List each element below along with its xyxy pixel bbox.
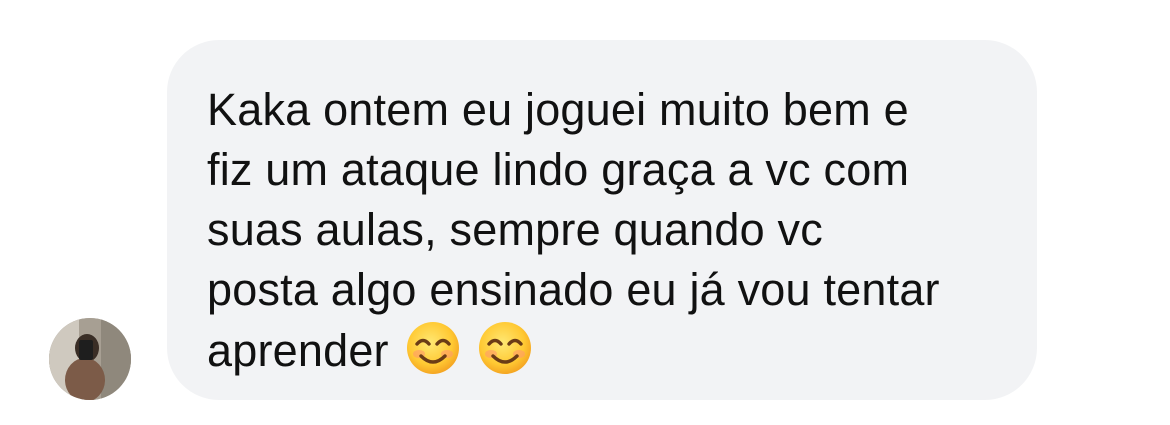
message-text: Kaka ontem eu joguei muito bem e fiz um … (207, 80, 1001, 381)
sender-avatar[interactable] (49, 318, 131, 400)
message-body: Kaka ontem eu joguei muito bem e fiz um … (207, 84, 940, 376)
emoji-group (405, 320, 533, 376)
avatar-photo-icon (49, 318, 131, 400)
smiling-face-emoji-icon (478, 322, 531, 374)
message-thread: Kaka ontem eu joguei muito bem e fiz um … (0, 0, 1170, 425)
message-bubble[interactable]: Kaka ontem eu joguei muito bem e fiz um … (167, 40, 1037, 400)
smiling-face-emoji-icon (406, 322, 459, 374)
